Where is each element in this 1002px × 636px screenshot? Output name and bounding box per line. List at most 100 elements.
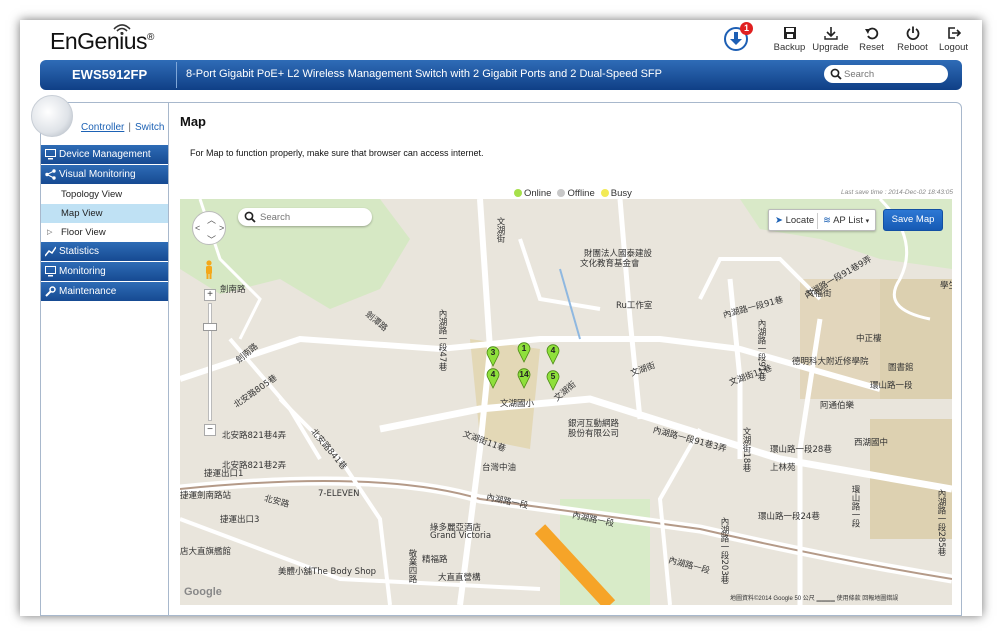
map-label: 德明科大附近修學院 [792, 357, 869, 367]
ap-pin[interactable]: 1 [517, 341, 531, 363]
map-label: 環山路一段 [870, 381, 913, 391]
nav-label: Visual Monitoring [59, 169, 136, 180]
busy-dot-icon [600, 189, 609, 197]
wifi-logo-icon [113, 24, 131, 35]
page-note: For Map to function properly, make sure … [190, 148, 484, 158]
last-save-time: Last save time : 2014-Dec-02 18:43:05 [840, 189, 953, 196]
map-label: 環山路一段24巷 [758, 512, 820, 522]
zoom-slider-knob[interactable] [203, 323, 217, 331]
backup-button[interactable]: Backup [769, 26, 810, 53]
map-label: 內湖路一段285巷 [936, 489, 946, 557]
nav-monitoring[interactable]: Monitoring [41, 262, 168, 281]
map-label: 內湖路一段203巷 [719, 517, 729, 585]
main-content: Map For Map to function properly, make s… [170, 103, 961, 615]
upgrade-button[interactable]: Upgrade [810, 26, 851, 53]
locate-label: Locate [785, 215, 815, 226]
zoom-in-button[interactable]: + [204, 289, 216, 301]
ap-pin[interactable]: 3 [486, 345, 500, 367]
nav-floor-view[interactable]: ▷ Floor View [41, 223, 168, 242]
map-pan-control[interactable]: ︿ ﹀ < > [192, 211, 226, 245]
pegman-icon[interactable] [204, 260, 214, 280]
zoom-out-button[interactable]: − [204, 424, 216, 436]
nav-label: Monitoring [59, 266, 106, 277]
status-legend: Online Offline Busy [514, 188, 632, 199]
nav-label: Device Management [59, 149, 151, 160]
zoom-slider[interactable] [208, 303, 212, 421]
reboot-button[interactable]: Reboot [892, 26, 933, 53]
switch-link[interactable]: Switch [135, 122, 164, 133]
content-panel: Controller | Switch Device Management Visu… [31, 95, 962, 616]
search-icon [830, 68, 842, 80]
nav-label: Statistics [59, 246, 100, 257]
map-label: 7-ELEVEN [318, 489, 360, 499]
pin-label: 3 [490, 347, 496, 357]
upgrade-label: Upgrade [812, 42, 849, 53]
chevron-down-icon: ▾ [865, 218, 870, 225]
nav-topology-view[interactable]: Topology View [41, 185, 168, 204]
reset-icon [864, 27, 878, 40]
logout-label: Logout [938, 42, 969, 53]
map-label: 中正樓 [856, 334, 882, 344]
reset-label: Reset [859, 42, 884, 53]
map-label: 學生 [940, 281, 952, 291]
nav-label: Map View [61, 208, 103, 219]
notification-badge: 1 [740, 22, 753, 35]
nav-visual-monitoring[interactable]: Visual Monitoring [41, 165, 168, 184]
nav-maintenance[interactable]: Maintenance [41, 282, 168, 301]
ap-list-label: AP List [833, 215, 864, 226]
map-label: 捷運劍南路站 [180, 491, 232, 501]
notification-button[interactable]: 1 [724, 22, 753, 51]
locate-button[interactable]: ➤ Locate [775, 215, 814, 226]
model-divider [176, 62, 177, 88]
ap-pin[interactable]: 5 [546, 369, 560, 391]
map-label: 大直直營構 [438, 573, 481, 583]
share-icon [45, 169, 56, 180]
pin-label: 4 [490, 369, 496, 379]
map-label: 劍南路 [220, 285, 246, 295]
map-canvas[interactable]: 文湖街 財團法人國泰建設 文化教育基金會 Ru工作室 內湖路一段91巷 內湖路一… [180, 199, 952, 605]
reboot-label: Reboot [897, 42, 928, 53]
ap-list-dropdown[interactable]: ≋ AP List ▾ [823, 215, 869, 226]
toolbar-divider [817, 213, 818, 229]
statistics-icon [45, 246, 56, 257]
pin-label: 1 [521, 343, 527, 353]
engenius-logo: EnGenius® [50, 28, 154, 54]
save-map-button[interactable]: Save Map [883, 209, 943, 231]
ap-pin[interactable]: 4 [486, 367, 500, 389]
map-label: 捷運出口3 [220, 515, 260, 525]
map-label: Grand Victoria [430, 531, 492, 541]
map-label: 精福路 [422, 555, 448, 565]
map-label: 文湖街18巷 [741, 427, 751, 472]
ap-pin[interactable]: 14 [517, 367, 531, 389]
legend-label: Online [524, 188, 552, 199]
header-search-input[interactable] [844, 66, 942, 82]
pin-label: 4 [550, 345, 556, 355]
top-header: EnGenius® 1 Backup Upgrade Reset Reboot … [20, 20, 982, 60]
model-description: 8-Port Gigabit PoE+ L2 Wireless Manageme… [186, 68, 662, 80]
pin-label: 5 [550, 371, 556, 381]
reset-button[interactable]: Reset [851, 26, 892, 53]
mode-separator: | [128, 122, 131, 133]
controller-link[interactable]: Controller [81, 122, 124, 133]
download-arrow-icon [730, 32, 742, 45]
logout-button[interactable]: Logout [933, 26, 974, 53]
nav-statistics[interactable]: Statistics [41, 242, 168, 261]
map-label: 文福街 [806, 289, 832, 299]
model-name: EWS5912FP [72, 67, 148, 82]
nav-map-view[interactable]: Map View [41, 204, 168, 223]
download-icon [823, 27, 838, 40]
nav-menu: Device Management Visual Monitoring Topo… [41, 145, 168, 302]
power-icon [906, 26, 919, 40]
map-label: 文湖國小 [500, 399, 535, 409]
nav-device-management[interactable]: Device Management [41, 145, 168, 164]
ap-pin[interactable]: 4 [546, 343, 560, 365]
page-title: Map [180, 114, 206, 129]
map-search-input[interactable] [260, 209, 364, 225]
map-label: 文湖街 [495, 217, 505, 243]
map-copyright[interactable]: 地圖資料©2014 Google 50 公尺 ▁▁▁▁ 使用條款 回報地圖錯誤 [730, 593, 898, 602]
logout-icon [947, 27, 961, 39]
backup-label: Backup [773, 42, 806, 53]
map-label: 股份有限公司 [568, 429, 620, 439]
offline-dot-icon [557, 189, 566, 197]
map-label: 上林苑 [770, 463, 796, 473]
